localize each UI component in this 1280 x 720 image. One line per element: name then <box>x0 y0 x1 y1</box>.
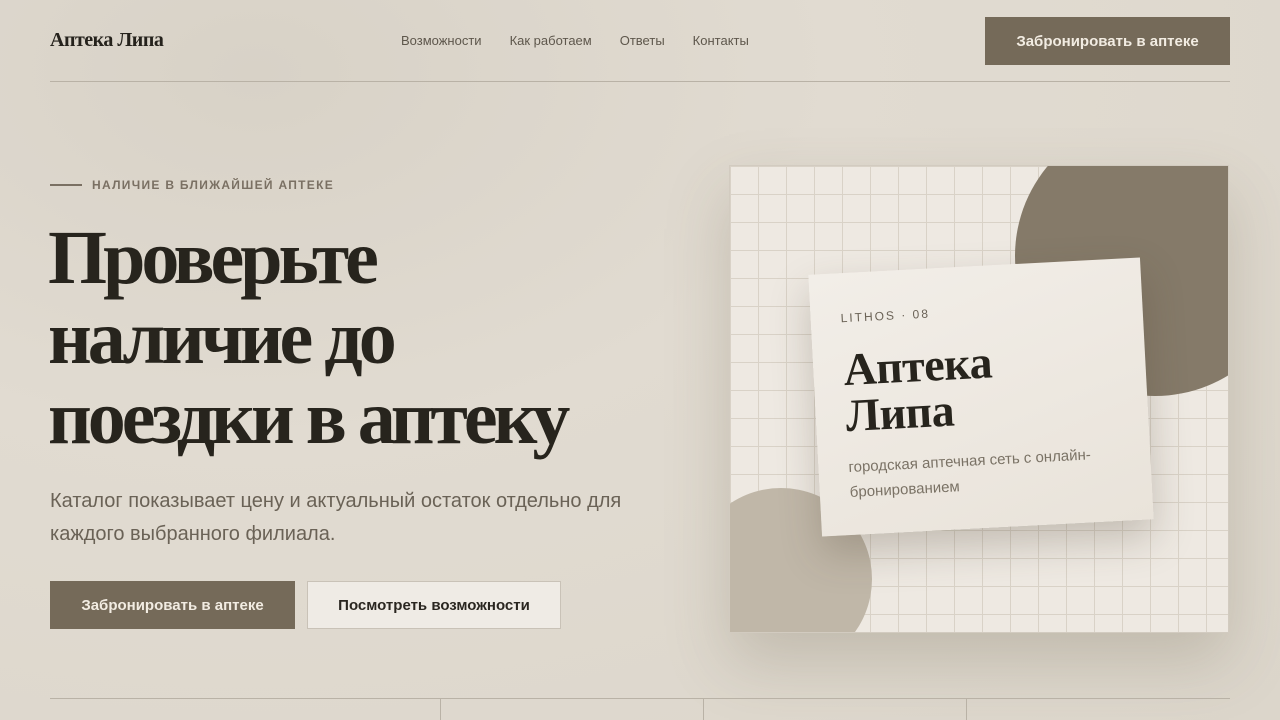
hero-title-line: наличие до <box>48 296 397 380</box>
view-features-button[interactable]: Посмотреть возможности <box>307 581 561 629</box>
hero-title-line: поездки в аптеку <box>48 376 570 460</box>
nav-link-contacts[interactable]: Контакты <box>693 33 749 48</box>
hero-title-line: Проверьте <box>48 216 379 300</box>
card-tag: LITHOS · 08 <box>840 306 931 326</box>
book-button[interactable]: Забронировать в аптеке <box>50 581 295 629</box>
hero-visual: LITHOS · 08 Аптека Липа городская аптечн… <box>729 165 1229 633</box>
main-nav: Возможности Как работаем Ответы Контакты <box>401 33 749 48</box>
nav-link-features[interactable]: Возможности <box>401 33 482 48</box>
site-header: Аптека Липа Возможности Как работаем Отв… <box>50 0 1230 82</box>
hero-title: Проверьте наличие до поездки в аптеку <box>48 218 688 458</box>
card-title: Аптека Липа <box>842 333 1118 441</box>
nav-link-how-we-work[interactable]: Как работаем <box>510 33 592 48</box>
hero-description: Каталог показывает цену и актуальный ост… <box>50 490 622 545</box>
eyebrow-line <box>50 184 82 186</box>
stat-divider <box>703 699 704 720</box>
logo[interactable]: Аптека Липа <box>50 29 164 52</box>
header-book-button[interactable]: Забронировать в аптеке <box>985 17 1230 65</box>
eyebrow-text: НАЛИЧИЕ В БЛИЖАЙШЕЙ АПТЕКЕ <box>92 178 335 192</box>
card-subtitle: городская аптечная сеть с онлайн-брониро… <box>848 446 1092 501</box>
stat-divider <box>440 699 441 720</box>
nav-link-answers[interactable]: Ответы <box>620 33 665 48</box>
stat-divider <box>966 699 967 720</box>
section-divider <box>50 698 1230 699</box>
hero-eyebrow: НАЛИЧИЕ В БЛИЖАЙШЕЙ АПТЕКЕ <box>50 178 334 192</box>
brand-card: LITHOS · 08 Аптека Липа городская аптечн… <box>808 257 1154 537</box>
